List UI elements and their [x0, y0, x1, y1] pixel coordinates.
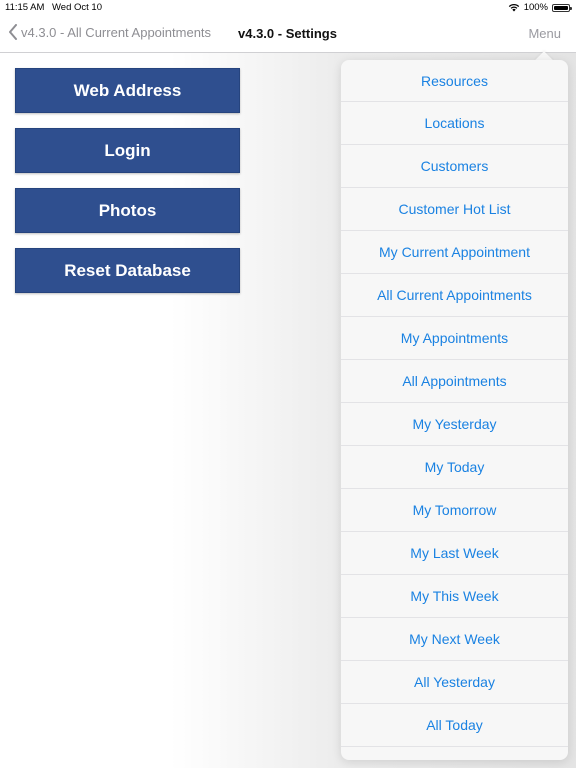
menu-item-all-yesterday[interactable]: All Yesterday [341, 661, 568, 704]
web-address-button[interactable]: Web Address [15, 68, 240, 113]
menu-item-all-appointments[interactable]: All Appointments [341, 360, 568, 403]
menu-item-my-current-appointment[interactable]: My Current Appointment [341, 231, 568, 274]
menu-popover: Resources Locations Customers Customer H… [341, 60, 568, 760]
status-date: Wed Oct 10 [52, 2, 102, 13]
battery-icon [552, 3, 572, 12]
page-title: v4.3.0 - Settings [238, 26, 337, 41]
menu-item-my-tomorrow[interactable]: My Tomorrow [341, 489, 568, 532]
menu-item-my-this-week[interactable]: My This Week [341, 575, 568, 618]
status-bar: 11:15 AM Wed Oct 10 100% [0, 0, 576, 16]
login-button[interactable]: Login [15, 128, 240, 173]
battery-percent: 100% [523, 2, 548, 13]
menu-item-customer-hot-list[interactable]: Customer Hot List [341, 188, 568, 231]
menu-item-resources[interactable]: Resources [341, 60, 568, 102]
chevron-left-icon [9, 24, 17, 40]
reset-database-button[interactable]: Reset Database [15, 248, 240, 293]
menu-item-my-last-week[interactable]: My Last Week [341, 532, 568, 575]
navigation-bar: v4.3.0 - All Current Appointments v4.3.0… [0, 16, 576, 53]
back-button[interactable]: v4.3.0 - All Current Appointments [8, 24, 211, 40]
back-button-label: v4.3.0 - All Current Appointments [21, 24, 212, 40]
menu-item-my-today[interactable]: My Today [341, 446, 568, 489]
status-indicators: 100% [508, 2, 572, 13]
menu-button[interactable]: Menu [528, 26, 561, 41]
menu-item-locations[interactable]: Locations [341, 102, 568, 145]
wifi-icon [508, 4, 519, 12]
menu-item-all-current-appointments[interactable]: All Current Appointments [341, 274, 568, 317]
status-time: 11:15 AM [5, 2, 45, 13]
menu-item-customers[interactable]: Customers [341, 145, 568, 188]
menu-item-my-next-week[interactable]: My Next Week [341, 618, 568, 661]
menu-item-all-today[interactable]: All Today [341, 704, 568, 747]
photos-button[interactable]: Photos [15, 188, 240, 233]
menu-item-my-appointments[interactable]: My Appointments [341, 317, 568, 360]
menu-item-my-yesterday[interactable]: My Yesterday [341, 403, 568, 446]
